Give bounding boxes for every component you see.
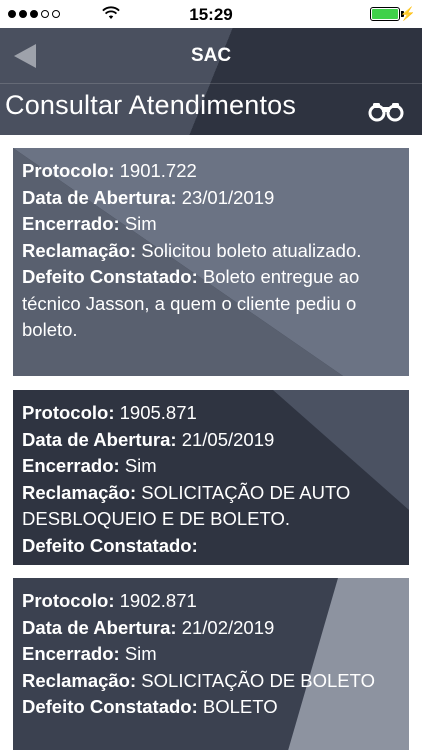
data-abertura-value: 21/05/2019 <box>181 428 275 450</box>
protocolo-value: 1902.871 <box>119 590 197 611</box>
reclamacao-label: Reclamação: <box>22 669 137 691</box>
encerrado-row: Encerrado: Sim <box>22 211 400 238</box>
page-title: Consultar Atendimentos <box>5 90 297 120</box>
defeito-row: Defeito Constatado: BOLETO <box>22 694 400 721</box>
defeito-row: Defeito Constatado: <box>22 533 400 560</box>
status-bar: 15:29 ⚡ <box>0 0 422 28</box>
protocolo-value: 1901.722 <box>119 160 197 181</box>
data-abertura-row: Data de Abertura: 21/05/2019 <box>22 427 400 454</box>
protocolo-label: Protocolo: <box>22 160 115 181</box>
protocolo-row: Protocolo: 1902.871 <box>22 588 400 615</box>
status-time: 15:29 <box>189 5 233 24</box>
defeito-value: BOLETO <box>202 696 278 717</box>
data-abertura-row: Data de Abertura: 23/01/2019 <box>22 185 400 212</box>
protocolo-label: Protocolo: <box>22 402 115 423</box>
data-abertura-value: 23/01/2019 <box>181 186 275 208</box>
encerrado-row: Encerrado: Sim <box>22 453 400 480</box>
reclamacao-label: Reclamação: <box>22 481 137 503</box>
binoculars-icon[interactable] <box>368 100 404 122</box>
battery-icon <box>370 7 400 21</box>
record-card[interactable]: Protocolo: 1905.871 Data de Abertura: 21… <box>13 390 409 565</box>
defeito-label: Defeito Constatado: <box>22 534 198 556</box>
header-divider <box>0 83 422 84</box>
encerrado-value: Sim <box>124 643 157 664</box>
defeito-label: Defeito Constatado: <box>22 266 198 287</box>
charging-bolt-icon: ⚡ <box>399 6 416 21</box>
encerrado-value: Sim <box>124 213 157 234</box>
data-abertura-row: Data de Abertura: 21/02/2019 <box>22 615 400 642</box>
protocolo-row: Protocolo: 1901.722 <box>22 158 400 185</box>
data-abertura-label: Data de Abertura: <box>22 186 177 208</box>
nav-title: SAC <box>190 45 232 66</box>
protocolo-value: 1905.871 <box>119 402 197 423</box>
record-card[interactable]: Protocolo: 1901.722 Data de Abertura: 23… <box>13 148 409 376</box>
reclamacao-row: Reclamação: Solicitou boleto atualizado. <box>22 238 400 265</box>
protocolo-label: Protocolo: <box>22 590 115 611</box>
reclamacao-row: Reclamação: SOLICITAÇÃO DE AUTO DESBLOQU… <box>22 480 400 533</box>
record-card[interactable]: Protocolo: 1902.871 Data de Abertura: 21… <box>13 578 409 750</box>
encerrado-label: Encerrado: <box>22 213 120 234</box>
defeito-label: Defeito Constatado: <box>22 696 198 717</box>
defeito-row: Defeito Constatado: Boleto entregue ao t… <box>22 264 400 344</box>
data-abertura-label: Data de Abertura: <box>22 616 177 638</box>
nav-bar: SAC <box>0 28 422 83</box>
encerrado-row: Encerrado: Sim <box>22 641 400 668</box>
encerrado-value: Sim <box>124 455 157 476</box>
reclamacao-value: Solicitou boleto atualizado. <box>141 239 362 261</box>
protocolo-row: Protocolo: 1905.871 <box>22 400 400 427</box>
reclamacao-value: SOLICITAÇÃO DE BOLETO <box>141 669 376 691</box>
records-list[interactable]: Protocolo: 1901.722 Data de Abertura: 23… <box>0 135 422 750</box>
reclamacao-label: Reclamação: <box>22 239 137 261</box>
data-abertura-label: Data de Abertura: <box>22 428 177 450</box>
data-abertura-value: 21/02/2019 <box>181 616 275 638</box>
reclamacao-row: Reclamação: SOLICITAÇÃO DE BOLETO <box>22 668 400 695</box>
app-header: SAC Consultar Atendimentos <box>0 28 422 135</box>
encerrado-label: Encerrado: <box>22 643 120 664</box>
encerrado-label: Encerrado: <box>22 455 120 476</box>
